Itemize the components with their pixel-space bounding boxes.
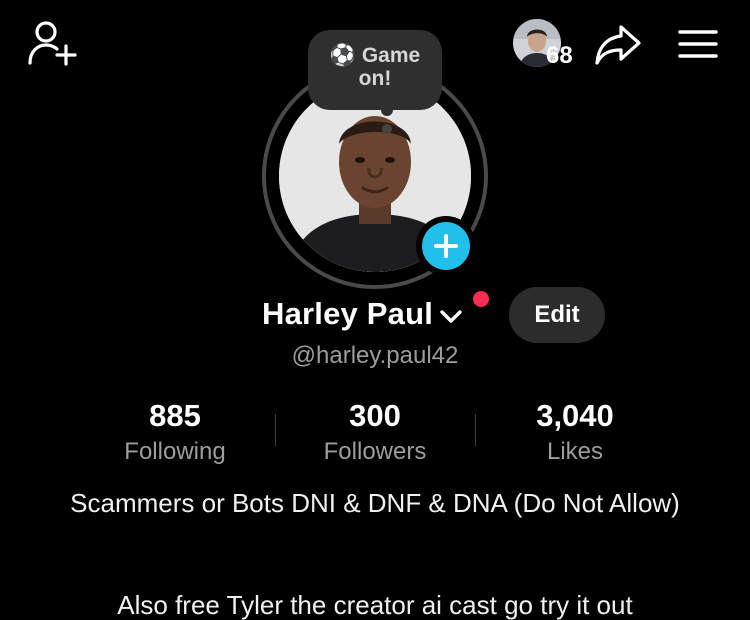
- add-friend-icon: [28, 21, 77, 66]
- menu-button[interactable]: [672, 22, 724, 66]
- status-line-2: on!: [358, 67, 392, 90]
- username: @harley.paul42: [291, 342, 459, 369]
- notification-dot: [473, 291, 489, 307]
- share-button[interactable]: [590, 20, 646, 70]
- following-label: Following: [124, 438, 226, 465]
- profile-name: Harley Paul: [262, 296, 434, 331]
- soccer-ball-icon: ⚽: [329, 44, 356, 67]
- followers-count: 300: [349, 398, 401, 433]
- stat-likes[interactable]: 3,040 Likes: [475, 398, 675, 466]
- following-count: 885: [149, 398, 201, 433]
- share-arrow-icon: [595, 25, 641, 65]
- edit-profile-button[interactable]: Edit: [509, 287, 605, 343]
- status-bubble[interactable]: ⚽ Game on!: [308, 30, 442, 110]
- stat-followers[interactable]: 300 Followers: [275, 398, 475, 466]
- hamburger-menu-icon: [678, 30, 718, 58]
- likes-label: Likes: [546, 438, 604, 465]
- stat-following[interactable]: 885 Following: [75, 398, 275, 466]
- add-story-button[interactable]: [416, 216, 476, 276]
- viewer-count: 68: [546, 42, 573, 69]
- plus-icon: [434, 234, 458, 258]
- likes-count: 3,040: [536, 398, 614, 433]
- status-line-1: Game: [361, 44, 421, 67]
- followers-label: Followers: [323, 438, 427, 465]
- chevron-down-icon: [440, 310, 462, 323]
- bio-text: Scammers or Bots DNI & DNF & DNA (Do Not…: [70, 488, 680, 518]
- status-text: ⚽ Game on!: [308, 44, 442, 90]
- bio-text-2: Also free Tyler the creator ai cast go t…: [117, 590, 633, 620]
- bubble-dot: [382, 124, 392, 134]
- name-row[interactable]: Harley Paul: [262, 294, 463, 334]
- add-friend-button[interactable]: [24, 18, 80, 68]
